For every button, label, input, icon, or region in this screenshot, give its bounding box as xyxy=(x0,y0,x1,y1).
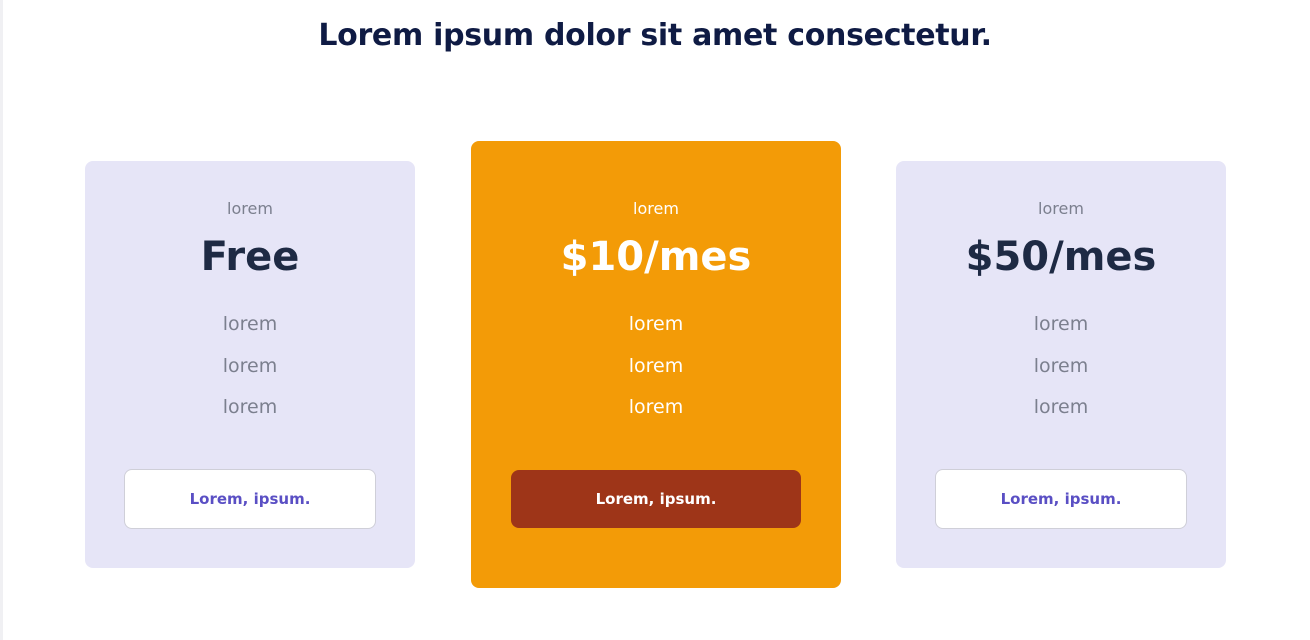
feature-item: lorem xyxy=(222,313,278,335)
pricing-section: Lorem ipsum dolor sit amet consectetur. … xyxy=(0,0,1310,640)
plan-label: lorem xyxy=(633,199,679,218)
feature-list: lorem lorem lorem xyxy=(471,304,841,429)
feature-item: lorem xyxy=(222,396,278,418)
pricing-card-featured: lorem $10/mes lorem lorem lorem Lorem, i… xyxy=(471,141,841,588)
feature-item: lorem xyxy=(628,354,684,377)
plan-cta-button[interactable]: Lorem, ipsum. xyxy=(935,469,1187,529)
feature-item: lorem xyxy=(628,313,684,335)
plan-cta-button[interactable]: Lorem, ipsum. xyxy=(124,469,376,529)
feature-item: lorem xyxy=(1033,354,1089,377)
section-heading: Lorem ipsum dolor sit amet consectetur. xyxy=(318,18,992,53)
plan-price: $50/mes xyxy=(965,234,1157,280)
plan-price: Free xyxy=(200,234,300,280)
plan-label: lorem xyxy=(227,199,273,218)
feature-list: lorem lorem lorem xyxy=(85,304,415,429)
pricing-card-free: lorem Free lorem lorem lorem Lorem, ipsu… xyxy=(85,161,415,568)
plan-price: $10/mes xyxy=(560,234,752,280)
feature-item: lorem xyxy=(628,396,684,418)
plan-label: lorem xyxy=(1038,199,1084,218)
feature-item: lorem xyxy=(1033,396,1089,418)
plan-cta-button[interactable]: Lorem, ipsum. xyxy=(511,470,801,528)
pricing-card-pro: lorem $50/mes lorem lorem lorem Lorem, i… xyxy=(896,161,1226,568)
feature-list: lorem lorem lorem xyxy=(896,304,1226,429)
feature-item: lorem xyxy=(1033,313,1089,335)
feature-item: lorem xyxy=(222,354,278,377)
